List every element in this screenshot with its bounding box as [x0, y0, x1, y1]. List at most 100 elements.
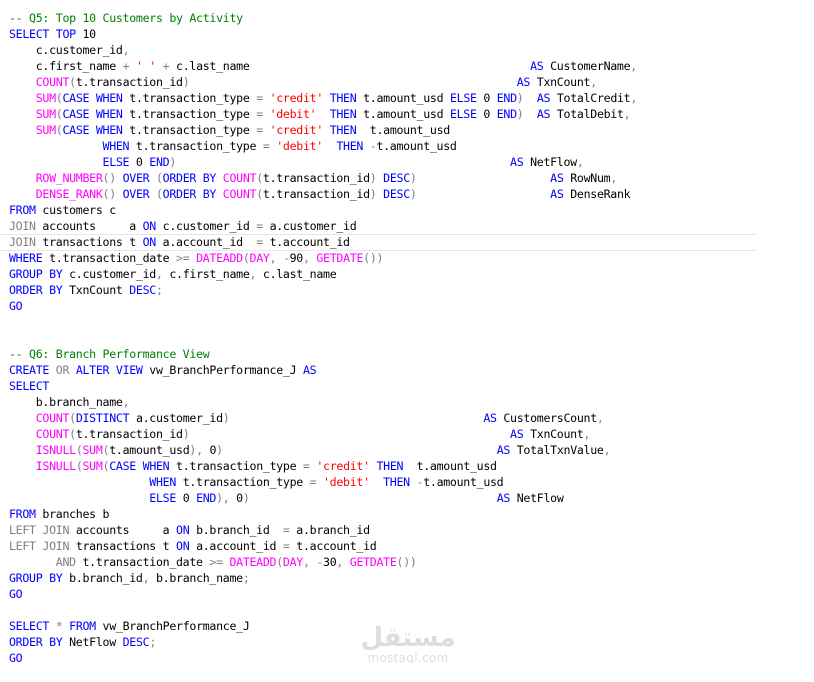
code-token: AS [510, 427, 531, 441]
watermark-arabic: مستقل [360, 623, 456, 653]
code-line[interactable]: -- Q5: Top 10 Customers by Activity [9, 10, 637, 26]
code-token: 'credit' [269, 123, 324, 137]
sql-editor[interactable]: -- Q5: Top 10 Customers by Activity SELEC… [0, 0, 814, 682]
code-line[interactable]: JOIN transactions t ON a.account_id = t.… [0, 234, 758, 251]
code-token: 'debit' [322, 475, 370, 489]
code-token: 30 [323, 555, 337, 569]
code-token: t.transaction_type [129, 123, 257, 137]
code-line[interactable]: b.branch_name, [9, 394, 637, 410]
code-token: t.transaction_type [129, 107, 257, 121]
code-line[interactable]: ISNULL(SUM(t.amount_usd), 0) AS TotalTxn… [9, 442, 637, 458]
code-line[interactable]: c.customer_id, [9, 42, 637, 58]
code-line[interactable]: ISNULL(SUM(CASE WHEN t.transaction_type … [9, 458, 637, 474]
code-line[interactable]: FROM customers c [9, 202, 637, 218]
code-line[interactable]: c.first_name + ' ' + c.last_name AS Cust… [9, 58, 638, 74]
code-token: DAY [282, 555, 303, 569]
code-line[interactable]: ORDER BY TxnCount DESC; [9, 282, 637, 298]
code-token: , [142, 571, 156, 585]
code-token: - [316, 555, 324, 569]
code-line[interactable]: GO [9, 586, 637, 602]
code-line[interactable]: GO [9, 650, 637, 666]
code-line[interactable]: ORDER BY NetFlow DESC; [9, 634, 637, 650]
code-line[interactable]: WHERE t.transaction_date >= DATEADD(DAY,… [9, 250, 637, 266]
code-line[interactable] [9, 314, 637, 330]
code-line[interactable]: SELECT TOP 10 [9, 26, 637, 42]
code-line[interactable]: ELSE 0 END) AS NetFlow, [9, 154, 637, 170]
code-line[interactable]: DENSE_RANK() OVER (ORDER BY COUNT(t.tran… [9, 186, 637, 202]
code-token: THEN [369, 475, 417, 489]
code-line[interactable]: SUM(CASE WHEN t.transaction_type = 'debi… [9, 106, 637, 122]
code-line[interactable] [9, 330, 637, 346]
code-token: , [630, 59, 637, 73]
code-token: ( [155, 171, 163, 185]
code-token: OVER [122, 187, 156, 201]
code-token: DISTINCT [75, 411, 136, 425]
code-token: t.transaction_type [129, 91, 257, 105]
code-token: CREATE [9, 363, 56, 377]
code-token: 0 [135, 155, 150, 169]
code-token: a.account_id [196, 539, 283, 553]
code-token: 0 [483, 107, 497, 121]
code-line[interactable]: COUNT(t.transaction_id) AS TxnCount, [9, 426, 637, 442]
code-token: AS [496, 443, 517, 457]
code-line[interactable]: WHEN t.transaction_type = 'debit' THEN -… [9, 474, 637, 490]
code-line[interactable]: COUNT(DISTINCT a.customer_id) AS Custome… [9, 410, 637, 426]
code-token: AS [550, 187, 571, 201]
code-line[interactable]: GROUP BY c.customer_id, c.first_name, c.… [9, 266, 637, 282]
code-token: () [102, 187, 123, 201]
code-line[interactable]: SUM(CASE WHEN t.transaction_type = 'cred… [9, 122, 637, 138]
code-token: ; [155, 283, 163, 297]
code-line[interactable]: SUM(CASE WHEN t.transaction_type = 'cred… [9, 90, 638, 106]
code-token: WHEN [9, 139, 136, 153]
code-token: ) [516, 91, 537, 105]
code-token: b.branch_id [69, 571, 143, 585]
code-token: , [303, 251, 317, 265]
code-token: t.account_id [269, 235, 350, 249]
code-line[interactable]: COUNT(t.transaction_id) AS TxnCount, [9, 74, 637, 90]
code-line[interactable]: SELECT [9, 378, 637, 394]
code-line[interactable]: LEFT JOIN transactions t ON a.account_id… [9, 538, 637, 554]
code-token: COUNT [9, 75, 70, 89]
code-token: DESC [129, 283, 156, 297]
code-line[interactable]: GROUP BY b.branch_id, b.branch_name; [9, 570, 637, 586]
code-token: = [256, 123, 270, 137]
code-token: ()) [396, 555, 417, 569]
code-token: THEN [323, 91, 364, 105]
code-line[interactable]: LEFT JOIN accounts a ON b.branch_id = a.… [9, 522, 637, 538]
code-line[interactable]: WHEN t.transaction_type = 'debit' THEN -… [9, 138, 637, 154]
code-line[interactable]: ELSE 0 END), 0) AS NetFlow [9, 490, 637, 506]
code-token: + [155, 59, 177, 73]
code-token: AS [536, 107, 557, 121]
code-token: b.branch_name [9, 395, 123, 409]
code-line[interactable]: FROM branches b [9, 506, 637, 522]
code-line[interactable]: ROW_NUMBER() OVER (ORDER BY COUNT(t.tran… [9, 170, 637, 186]
code-token: ) [242, 491, 497, 505]
code-line[interactable]: -- Q6: Branch Performance View [9, 346, 637, 362]
code-token: NetFlow [530, 155, 577, 169]
mostaql-watermark: مستقل mostaql.com [358, 624, 458, 664]
code-token: COUNT [9, 411, 70, 425]
code-line[interactable]: SELECT * FROM vw_BranchPerformance_J [9, 618, 637, 634]
code-token: CASE WHEN [62, 91, 130, 105]
code-token: 0 [236, 491, 243, 505]
code-token: END [496, 91, 517, 105]
code-token: CustomerName [550, 59, 631, 73]
code-line[interactable]: GO [9, 298, 637, 314]
code-token: a.customer_id [269, 219, 357, 233]
code-token: ) [409, 187, 551, 201]
code-line[interactable]: JOIN accounts a ON c.customer_id = a.cus… [9, 218, 637, 234]
code-area[interactable]: -- Q5: Top 10 Customers by Activity SELEC… [0, 10, 758, 666]
code-token: TxnCount [536, 75, 591, 89]
code-token: c.last_name [262, 267, 337, 281]
code-token: , [583, 427, 591, 441]
code-token: COUNT [222, 171, 257, 185]
code-line[interactable]: CREATE OR ALTER VIEW vw_BranchPerformanc… [9, 362, 637, 378]
code-token: ORDER BY [9, 635, 70, 649]
code-token: ELSE [449, 107, 484, 121]
code-token: ) [516, 107, 537, 121]
code-token: AS [510, 155, 531, 169]
code-line[interactable] [9, 602, 637, 618]
code-token: NetFlow [69, 635, 123, 649]
code-token: END [149, 155, 170, 169]
code-line[interactable]: AND t.transaction_date >= DATEADD(DAY, -… [9, 554, 637, 570]
